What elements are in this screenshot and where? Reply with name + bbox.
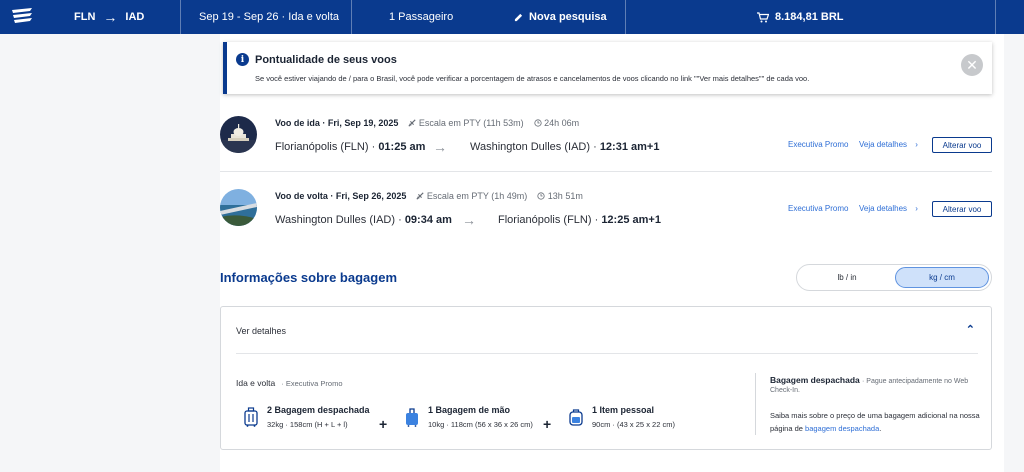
arrival: Washington Dulles (IAD) · 12:31 am+1: [470, 141, 660, 153]
arrival-time: 12:25 am+1: [601, 214, 661, 226]
stop-text: Escala em PTY (1h 49m): [426, 191, 528, 201]
flight-label: Voo de ida · Fri, Sep 19, 2025: [275, 118, 399, 128]
shopping-cart-icon: [757, 11, 769, 22]
change-flight-button[interactable]: Alterar voo: [932, 201, 992, 217]
chevron-right-icon: ›: [915, 140, 918, 149]
bag-name: 2 Bagagem despachada: [267, 405, 370, 415]
close-notice-button[interactable]: ✕: [961, 54, 983, 76]
origin-code: FLN: [74, 11, 96, 23]
route-arrow-icon: →: [103, 9, 118, 25]
baggage-section-title: Informações sobre bagagem: [220, 270, 397, 285]
destination-thumbnail-washington: [220, 116, 257, 153]
destination-code: IAD: [125, 11, 145, 23]
see-details-link[interactable]: Veja detalhes ›: [859, 204, 918, 213]
baggage-details-panel: Ver detalhes ⌃ Ida e volta · Executiva Pr…: [220, 306, 992, 450]
outbound-flight-card: Voo de ida · Fri, Sep 19, 2025 Escala em…: [220, 116, 992, 178]
route-summary: FLN → IAD: [74, 0, 144, 34]
flight-meta: Voo de volta · Fri, Sep 26, 2025 Escala …: [275, 191, 583, 201]
carry-on-icon: [406, 408, 418, 427]
divider: [220, 171, 992, 172]
flight-meta: Voo de ida · Fri, Sep 19, 2025 Escala em…: [275, 118, 579, 128]
plus-icon: +: [379, 416, 388, 432]
duration-info: 13h 51m: [537, 191, 583, 201]
details-toggle-label[interactable]: Ver detalhes: [236, 326, 286, 336]
pencil-icon: [514, 13, 523, 21]
header-divider: [625, 0, 626, 34]
header-divider: [351, 0, 352, 34]
arrow-right-icon: →: [462, 212, 476, 228]
bag-name: 1 Item pessoal: [592, 405, 655, 415]
checked-baggage-title: Bagagem despachada: [770, 375, 860, 385]
departure-city: Washington Dulles (IAD): [275, 214, 396, 226]
checked-baggage-info: Bagagem despachada · Pague antecipadamen…: [770, 375, 980, 433]
notice-text: Se você estiver viajando de / para o Bra…: [255, 74, 810, 83]
trip-dates: Sep 19 - Sep 26 · Ida e volta: [199, 11, 340, 23]
duration-text: 24h 06m: [544, 118, 580, 128]
duration-info: 24h 06m: [534, 118, 580, 128]
airline-logo-icon[interactable]: [10, 6, 36, 26]
suitcase-icon: [244, 407, 258, 427]
chevron-up-icon[interactable]: ⌃: [966, 323, 975, 336]
arrival-city: Washington Dulles (IAD): [470, 141, 591, 153]
unit-option-lb-in[interactable]: lb / in: [799, 267, 895, 288]
see-details-link[interactable]: Veja detalhes ›: [859, 140, 918, 149]
flight-label: Voo de volta · Fri, Sep 26, 2025: [275, 191, 407, 201]
bag-name: 1 Bagagem de mão: [428, 405, 511, 415]
bag-dims: 10kg · 118cm (56 x 36 x 26 cm): [428, 420, 533, 429]
divider: [236, 353, 978, 354]
see-details-label: Veja detalhes: [859, 140, 908, 149]
destination-thumbnail-florianopolis: [220, 189, 257, 226]
fare-family-link[interactable]: Executiva Promo: [788, 140, 848, 149]
change-flight-button[interactable]: Alterar voo: [932, 137, 992, 153]
top-bar: FLN → IAD Sep 19 - Sep 26 · Ida e volta …: [0, 0, 1024, 34]
return-flight-card: Voo de volta · Fri, Sep 26, 2025 Escala …: [220, 189, 992, 251]
notice-title: Pontualidade de seus voos: [255, 54, 397, 66]
stop-info: Escala em PTY (1h 49m): [416, 191, 527, 201]
trip-label: Ida e volta: [236, 378, 276, 388]
passenger-count: 1 Passageiro: [389, 11, 454, 23]
checked-baggage-link[interactable]: bagagem despachada: [805, 424, 879, 433]
stop-text: Escala em PTY (11h 53m): [418, 118, 524, 128]
duration-text: 13h 51m: [547, 191, 583, 201]
see-details-label: Veja detalhes: [859, 204, 908, 213]
bag-dims: 90cm · (43 x 25 x 22 cm): [592, 420, 675, 429]
departure-time: 09:34 am: [404, 214, 452, 226]
note-end: .: [879, 424, 882, 433]
clock-icon: [534, 119, 542, 127]
clock-icon: [537, 192, 545, 200]
punctuality-notice: i Pontualidade de seus voos Se você esti…: [223, 42, 992, 94]
cabin-label: · Executiva Promo: [281, 379, 343, 388]
departure-time: 01:25 am: [378, 141, 426, 153]
arrival-city: Florianópolis (FLN): [498, 214, 592, 226]
departure: Washington Dulles (IAD) · 09:34 am: [275, 214, 452, 226]
unit-toggle: lb / in kg / cm: [796, 264, 992, 291]
cart-total-button[interactable]: 8.184,81 BRL: [757, 0, 843, 34]
arrival: Florianópolis (FLN) · 12:25 am+1: [498, 214, 661, 226]
trip-type: Ida e volta · Executiva Promo: [236, 378, 343, 388]
new-search-label: Nova pesquisa: [529, 11, 607, 23]
additional-bag-note: Saiba mais sobre o preço de uma bagagem …: [770, 409, 982, 435]
stop-info: Escala em PTY (11h 53m): [408, 118, 524, 128]
header-divider: [995, 0, 996, 34]
arrow-right-icon: →: [433, 139, 447, 155]
bag-dims: 32kg · 158cm (H + L + l): [267, 420, 348, 429]
vertical-divider: [755, 373, 756, 435]
info-icon: i: [236, 53, 249, 66]
header-divider: [180, 0, 181, 34]
arrival-time: 12:31 am+1: [599, 141, 660, 153]
departure: Florianópolis (FLN) · 01:25 am: [275, 141, 426, 153]
departure-city: Florianópolis (FLN): [275, 141, 369, 153]
cart-total: 8.184,81 BRL: [775, 11, 844, 23]
backpack-icon: [569, 409, 583, 426]
chevron-right-icon: ›: [915, 204, 918, 213]
fare-family-link[interactable]: Executiva Promo: [788, 204, 848, 213]
unit-option-kg-cm[interactable]: kg / cm: [895, 267, 989, 288]
airplane-icon: [416, 192, 424, 200]
airplane-icon: [408, 119, 416, 127]
new-search-button[interactable]: Nova pesquisa: [514, 0, 607, 34]
plus-icon: +: [543, 416, 552, 432]
